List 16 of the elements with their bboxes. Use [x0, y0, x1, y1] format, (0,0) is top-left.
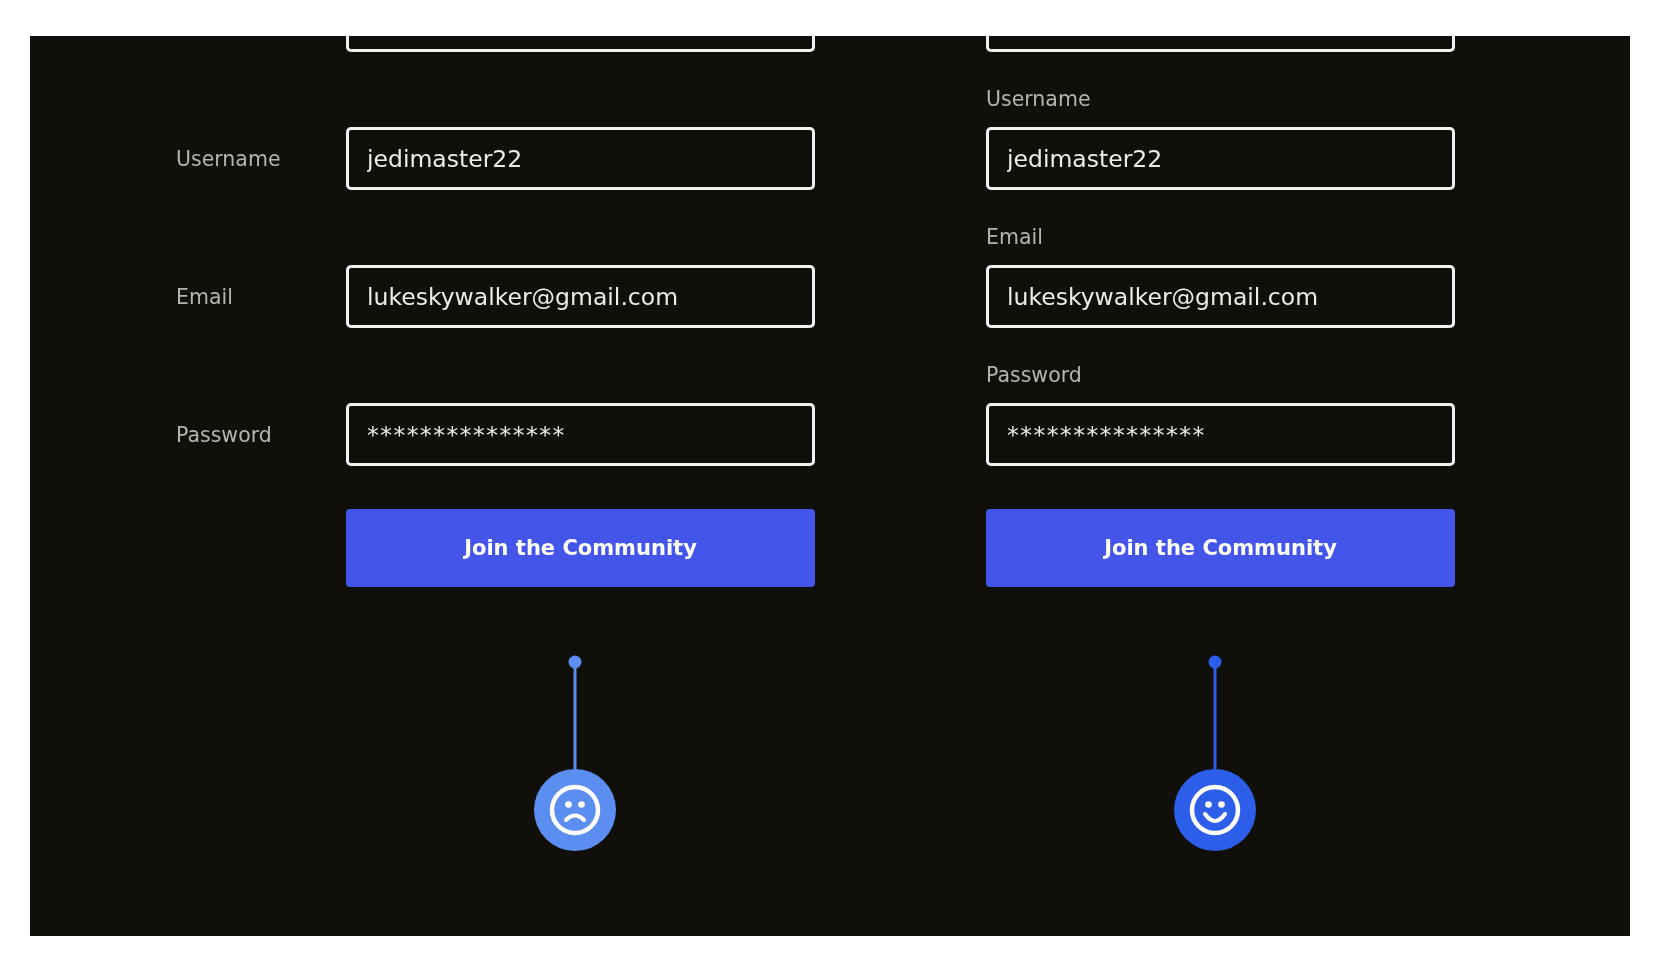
- field-label: Password: [986, 363, 1082, 387]
- field-label: Password: [176, 422, 272, 447]
- input-field[interactable]: lukeskywalker@gmail.com: [986, 265, 1455, 328]
- input-field[interactable]: [346, 36, 815, 52]
- join-button[interactable]: Join the Community: [986, 509, 1455, 587]
- input-field[interactable]: jedimaster22: [346, 127, 815, 190]
- input-field[interactable]: [986, 36, 1455, 52]
- field-label: Username: [176, 146, 281, 171]
- input-field[interactable]: ***************: [986, 403, 1455, 466]
- input-field[interactable]: lukeskywalker@gmail.com: [346, 265, 815, 328]
- field-label: Email: [986, 225, 1043, 249]
- join-button[interactable]: Join the Community: [346, 509, 815, 587]
- field-label: Email: [176, 284, 233, 309]
- input-field[interactable]: jedimaster22: [986, 127, 1455, 190]
- input-field[interactable]: ***************: [346, 403, 815, 466]
- field-label: Username: [986, 87, 1091, 111]
